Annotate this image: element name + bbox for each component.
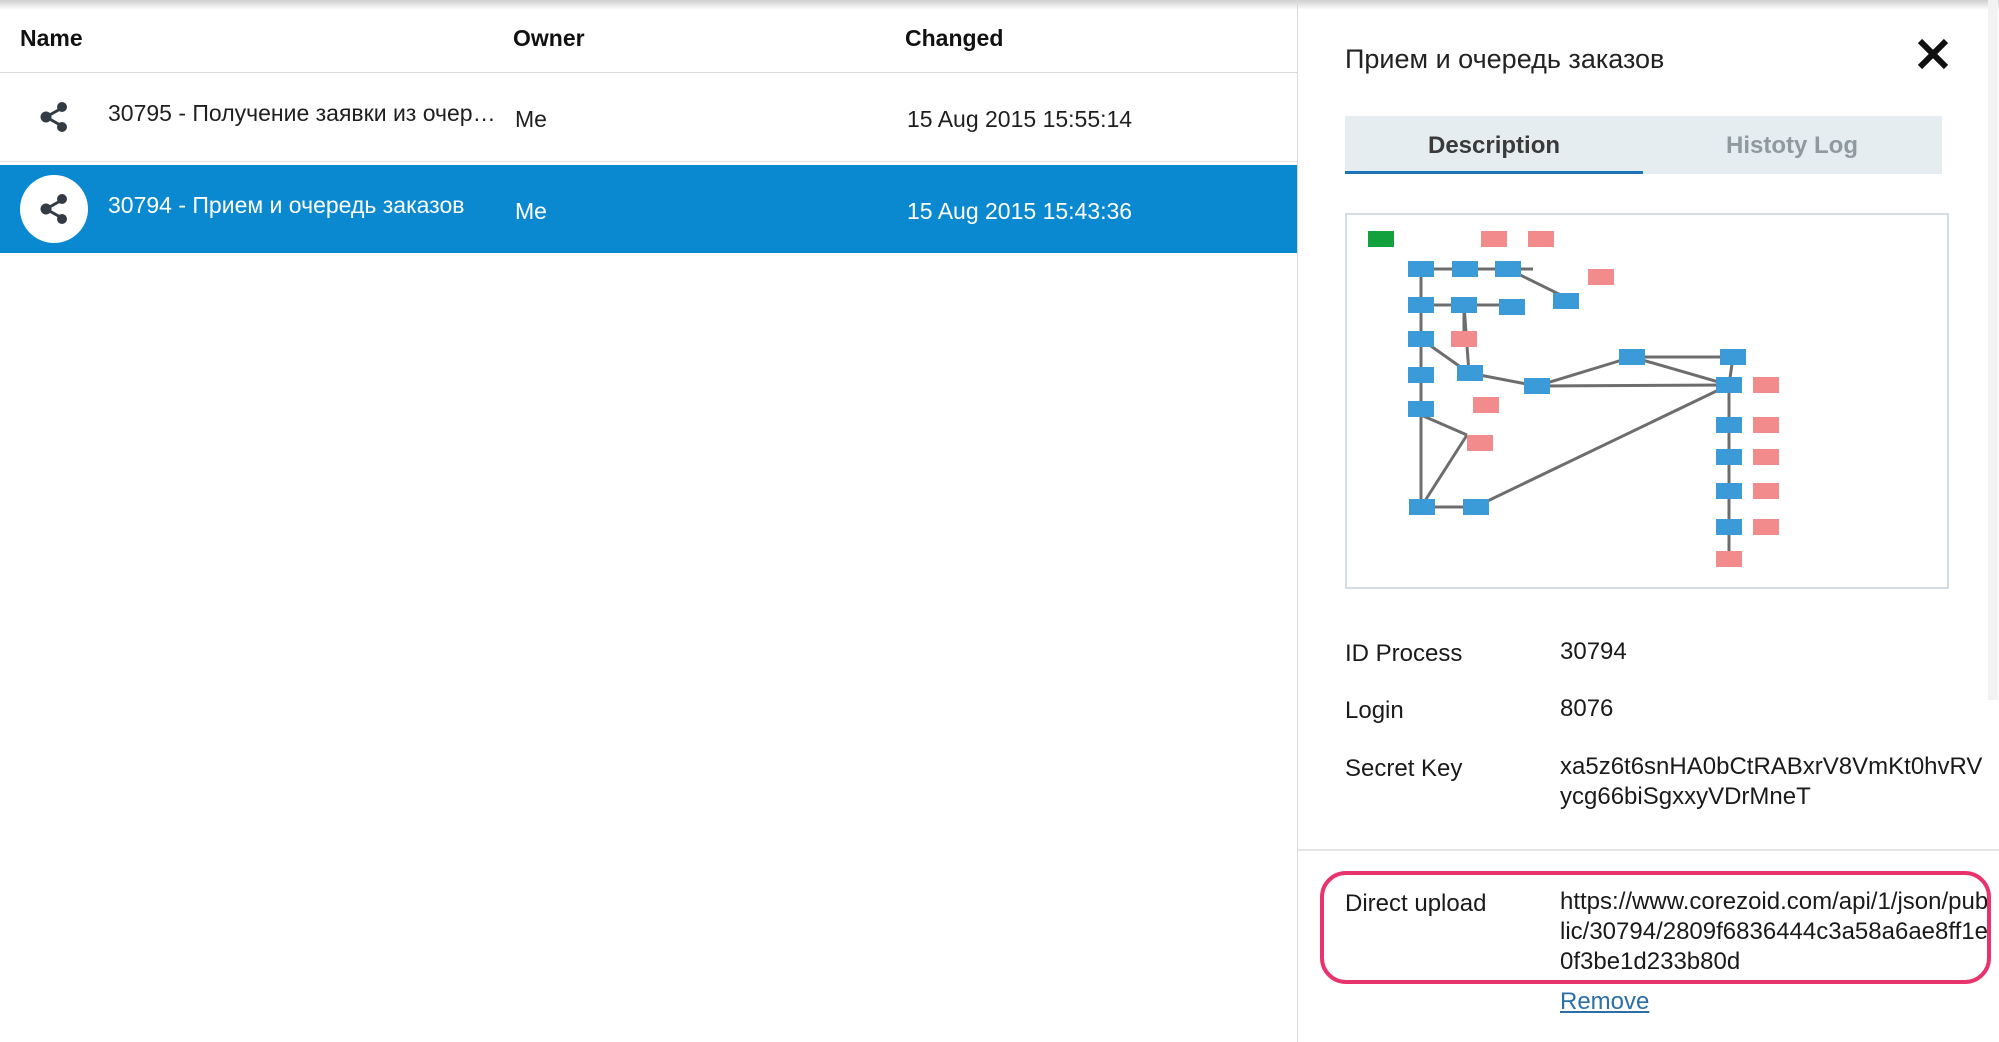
details-panel: Прием и очередь заказов Description Hist… [1297, 0, 1999, 1042]
share-icon [20, 83, 88, 151]
list-item-selected[interactable]: 30794 - Прием и очередь заказов Me 15 Au… [0, 165, 1297, 253]
tab-history-log[interactable]: Histoty Log [1643, 116, 1941, 174]
direct-upload-highlight [1320, 871, 1991, 984]
process-list: Name Owner Changed 30795 - Получение зая… [0, 0, 1297, 1042]
share-icon [20, 175, 88, 243]
process-changed: 15 Aug 2015 15:55:14 [907, 106, 1133, 132]
scrollbar[interactable] [1988, 0, 1998, 700]
process-name: 30795 - Получение заявки из очереди [108, 100, 496, 126]
tab-description[interactable]: Description [1345, 116, 1643, 174]
process-diagram-preview[interactable] [1345, 213, 1949, 589]
divider [1298, 849, 1999, 851]
secret-key-value: xa5z6t6snHA0bCtRABxrV8VmKt0hvRVycg66biSg… [1560, 753, 1983, 810]
list-header: Name Owner Changed [0, 0, 1297, 73]
login-label: Login [1345, 697, 1404, 724]
process-name: 30794 - Прием и очередь заказов [108, 192, 465, 218]
secret-key-label: Secret Key [1345, 755, 1463, 782]
login-value: 8076 [1560, 695, 1614, 722]
id-process-label: ID Process [1345, 640, 1463, 667]
process-owner: Me [515, 198, 547, 224]
remove-link[interactable]: Remove [1560, 988, 1649, 1016]
column-header-changed[interactable]: Changed [905, 25, 1003, 52]
id-process-value: 30794 [1560, 638, 1627, 665]
column-header-owner[interactable]: Owner [513, 25, 585, 52]
close-icon[interactable] [1915, 36, 1951, 72]
list-item[interactable]: 30795 - Получение заявки из очереди Me 1… [0, 73, 1297, 162]
process-owner: Me [515, 106, 547, 132]
process-changed: 15 Aug 2015 15:43:36 [907, 198, 1133, 224]
tab-bar: Description Histoty Log [1345, 116, 1942, 174]
panel-title: Прием и очередь заказов [1345, 44, 1665, 74]
column-header-name[interactable]: Name [20, 25, 83, 52]
process-diagram [1368, 231, 1779, 567]
